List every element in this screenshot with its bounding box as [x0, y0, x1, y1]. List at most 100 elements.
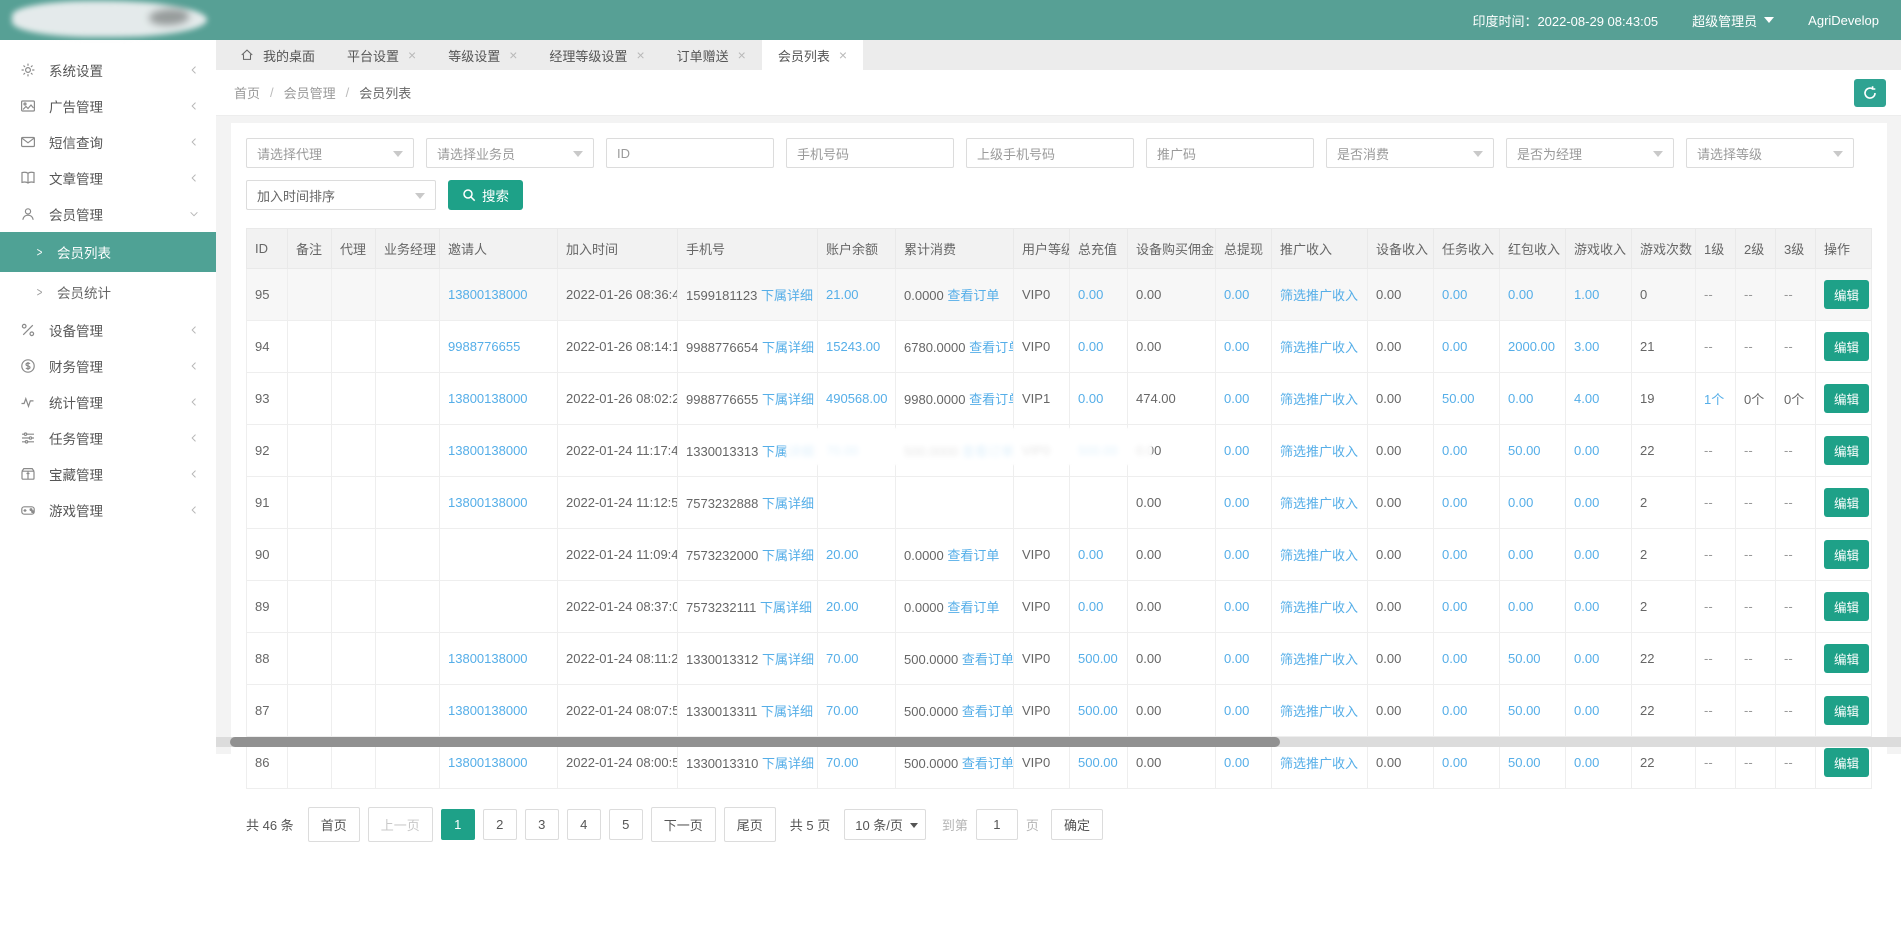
tab-close-icon[interactable]: × [509, 48, 517, 62]
tab-5[interactable]: 会员列表 × [762, 40, 863, 70]
edit-button[interactable]: 编辑 [1824, 280, 1869, 309]
edit-button[interactable]: 编辑 [1824, 696, 1869, 725]
promo-income-link[interactable]: 筛选推广收入 [1280, 392, 1358, 407]
pagination-first-button[interactable]: 首页 [308, 807, 360, 842]
pagination-page-2[interactable]: 2 [483, 809, 517, 840]
filter-select-7[interactable]: 是否为经理 [1506, 138, 1674, 168]
pagination-last-button[interactable]: 尾页 [724, 807, 776, 842]
sub-detail-link[interactable]: 下属详细 [762, 392, 814, 407]
filter-select-0[interactable]: 请选择代理 [246, 138, 414, 168]
sidebar-item-2[interactable]: 短信查询 [0, 124, 216, 160]
refresh-button[interactable] [1854, 79, 1886, 107]
goto-page-input[interactable] [976, 809, 1018, 840]
filter-select-8[interactable]: 请选择等级 [1686, 138, 1854, 168]
cell-id: 90 [247, 529, 288, 581]
sidebar-item-8[interactable]: 任务管理 [0, 420, 216, 456]
tab-1[interactable]: 平台设置× [331, 40, 432, 70]
pagination-prev-button[interactable]: 上一页 [368, 807, 433, 842]
sidebar-item-3[interactable]: 文章管理 [0, 160, 216, 196]
tab-close-icon[interactable]: × [408, 48, 416, 62]
sidebar-item-0[interactable]: 系统设置 [0, 52, 216, 88]
sub-detail-link[interactable]: 下属详细 [761, 704, 813, 719]
sidebar-item-10[interactable]: 游戏管理 [0, 492, 216, 528]
view-orders-link[interactable]: 查看订单 [969, 392, 1013, 407]
tab-close-icon[interactable]: × [636, 48, 644, 62]
page-size-select[interactable]: 10 条/页 [844, 809, 926, 840]
promo-income-link[interactable]: 筛选推广收入 [1280, 600, 1358, 615]
breadcrumb-home[interactable]: 首页 [234, 83, 260, 102]
pagination-page-4[interactable]: 4 [567, 809, 601, 840]
promo-income-link[interactable]: 筛选推广收入 [1280, 652, 1358, 667]
filter-select-1[interactable]: 请选择业务员 [426, 138, 594, 168]
view-orders-link[interactable]: 查看订单 [962, 756, 1014, 771]
filter-input-4[interactable]: 上级手机号码 [966, 138, 1134, 168]
edit-button[interactable]: 编辑 [1824, 384, 1869, 413]
view-orders-link[interactable]: 查看订单 [947, 548, 999, 563]
view-orders-link[interactable]: 查看订单 [962, 704, 1014, 719]
cell-game_count: 2 [1632, 581, 1696, 633]
tab-3[interactable]: 经理等级设置× [533, 40, 660, 70]
sub-detail-link[interactable]: 下属详细 [762, 756, 814, 771]
cell-balance: 20.00 [818, 581, 896, 633]
cell-game_count: 2 [1632, 477, 1696, 529]
tab-label: 会员列表 [778, 46, 830, 65]
sidebar-item-9[interactable]: 宝藏管理 [0, 456, 216, 492]
edit-button[interactable]: 编辑 [1824, 436, 1869, 465]
cell-manager [376, 425, 440, 477]
cell-action: 编辑 [1816, 425, 1872, 477]
sidebar-subitem-0[interactable]: >会员列表 [0, 232, 216, 272]
promo-income-link[interactable]: 筛选推广收入 [1280, 496, 1358, 511]
edit-button[interactable]: 编辑 [1824, 488, 1869, 517]
promo-income-link[interactable]: 筛选推广收入 [1280, 340, 1358, 355]
filter-select-6[interactable]: 是否消费 [1326, 138, 1494, 168]
pagination-page-1[interactable]: 1 [441, 809, 475, 840]
tab-2[interactable]: 等级设置× [432, 40, 533, 70]
pagination-page-5[interactable]: 5 [609, 809, 643, 840]
edit-button[interactable]: 编辑 [1824, 540, 1869, 569]
sidebar-item-4[interactable]: 会员管理 [0, 196, 216, 232]
edit-button[interactable]: 编辑 [1824, 592, 1869, 621]
sub-detail-link[interactable]: 下属详细 [762, 652, 814, 667]
sidebar-item-label: 设备管理 [49, 320, 175, 340]
sub-detail-link[interactable]: 下属详细 [761, 288, 813, 303]
sidebar-item-1[interactable]: 广告管理 [0, 88, 216, 124]
tab-0[interactable]: 我的桌面 [224, 40, 331, 70]
sub-detail-link[interactable]: 下属详细 [762, 548, 814, 563]
chevron-left-icon [188, 136, 200, 148]
sub-detail-link[interactable]: 下属详细 [762, 340, 814, 355]
view-orders-link[interactable]: 查看订单 [947, 288, 999, 303]
sidebar-subitem-1[interactable]: >会员统计 [0, 272, 216, 312]
tab-4[interactable]: 订单赠送× [661, 40, 762, 70]
edit-button[interactable]: 编辑 [1824, 644, 1869, 673]
promo-income-link[interactable]: 筛选推广收入 [1280, 756, 1358, 771]
promo-income-link[interactable]: 筛选推广收入 [1280, 288, 1358, 303]
view-orders-link[interactable]: 查看订单 [969, 340, 1013, 355]
filter-input-2[interactable]: ID [606, 138, 774, 168]
sidebar-item-5[interactable]: 设备管理 [0, 312, 216, 348]
promo-income-link[interactable]: 筛选推广收入 [1280, 704, 1358, 719]
sidebar-item-label: 游戏管理 [49, 500, 175, 520]
filter-input-5[interactable]: 推广码 [1146, 138, 1314, 168]
pagination-next-button[interactable]: 下一页 [651, 807, 716, 842]
promo-income-link[interactable]: 筛选推广收入 [1280, 444, 1358, 459]
sub-detail-link[interactable]: 下属详细 [762, 496, 814, 511]
tab-close-icon[interactable]: × [738, 48, 746, 62]
edit-button[interactable]: 编辑 [1824, 748, 1869, 777]
sidebar-item-7[interactable]: 统计管理 [0, 384, 216, 420]
goto-confirm-button[interactable]: 确定 [1051, 809, 1103, 840]
sub-detail-link[interactable]: 下属详细 [760, 600, 812, 615]
view-orders-link[interactable]: 查看订单 [962, 652, 1014, 667]
view-orders-link[interactable]: 查看订单 [947, 600, 999, 615]
sidebar-item-6[interactable]: 财务管理 [0, 348, 216, 384]
admin-role-menu[interactable]: 超级管理员 [1692, 11, 1774, 30]
sort-select[interactable]: 加入时间排序 [246, 180, 436, 210]
tab-close-icon[interactable]: × [839, 48, 847, 62]
search-button[interactable]: 搜索 [448, 180, 523, 210]
filter-input-3[interactable]: 手机号码 [786, 138, 954, 168]
promo-income-link[interactable]: 筛选推广收入 [1280, 548, 1358, 563]
scrollbar-thumb[interactable] [230, 737, 1280, 747]
horizontal-scrollbar[interactable] [216, 737, 1901, 747]
pagination-page-3[interactable]: 3 [525, 809, 559, 840]
edit-button[interactable]: 编辑 [1824, 332, 1869, 361]
breadcrumb-member-mgmt[interactable]: 会员管理 [284, 83, 336, 102]
